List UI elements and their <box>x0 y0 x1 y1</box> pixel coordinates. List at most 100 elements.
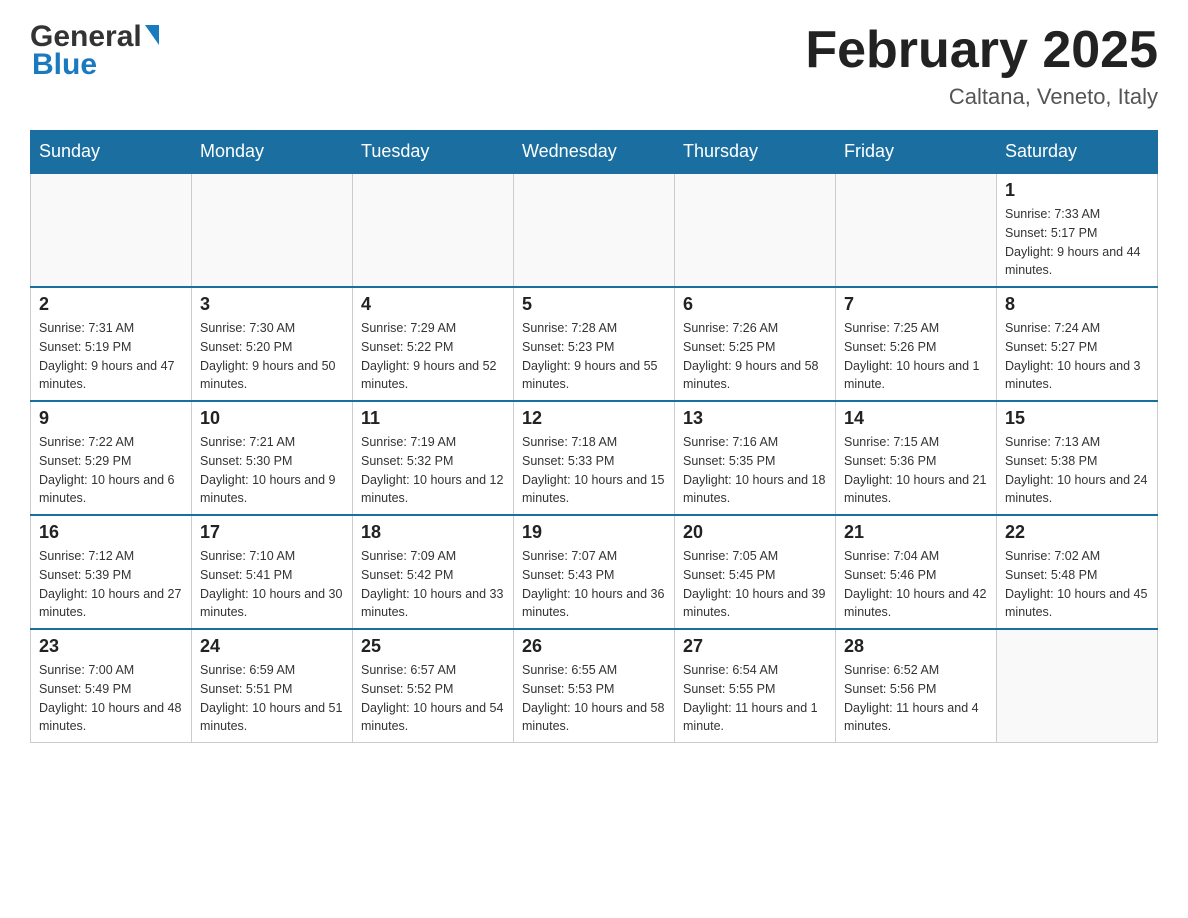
header-thursday: Thursday <box>675 131 836 174</box>
week-row-1: 2 Sunrise: 7:31 AMSunset: 5:19 PMDaylight… <box>31 287 1158 401</box>
calendar-cell: 18 Sunrise: 7:09 AMSunset: 5:42 PMDayligh… <box>353 515 514 629</box>
calendar-cell: 6 Sunrise: 7:26 AMSunset: 5:25 PMDaylight… <box>675 287 836 401</box>
day-info: Sunrise: 7:16 AMSunset: 5:35 PMDaylight:… <box>683 433 827 508</box>
day-number: 2 <box>39 294 183 315</box>
calendar-cell: 28 Sunrise: 6:52 AMSunset: 5:56 PMDayligh… <box>836 629 997 743</box>
calendar-cell: 14 Sunrise: 7:15 AMSunset: 5:36 PMDayligh… <box>836 401 997 515</box>
title-section: February 2025 Caltana, Veneto, Italy <box>805 20 1158 110</box>
day-number: 7 <box>844 294 988 315</box>
calendar-cell <box>997 629 1158 743</box>
day-number: 19 <box>522 522 666 543</box>
day-number: 5 <box>522 294 666 315</box>
calendar-cell: 5 Sunrise: 7:28 AMSunset: 5:23 PMDaylight… <box>514 287 675 401</box>
header-friday: Friday <box>836 131 997 174</box>
calendar-cell <box>836 173 997 287</box>
calendar-cell <box>675 173 836 287</box>
calendar-cell <box>31 173 192 287</box>
day-info: Sunrise: 7:33 AMSunset: 5:17 PMDaylight:… <box>1005 205 1149 280</box>
days-header-row: Sunday Monday Tuesday Wednesday Thursday… <box>31 131 1158 174</box>
calendar-cell: 16Sunrise: 7:12 AMSunset: 5:39 PMDayligh… <box>31 515 192 629</box>
day-info: Sunrise: 7:15 AMSunset: 5:36 PMDaylight:… <box>844 433 988 508</box>
day-number: 28 <box>844 636 988 657</box>
header-tuesday: Tuesday <box>353 131 514 174</box>
day-number: 27 <box>683 636 827 657</box>
day-info: Sunrise: 7:18 AMSunset: 5:33 PMDaylight:… <box>522 433 666 508</box>
day-number: 13 <box>683 408 827 429</box>
day-info: Sunrise: 7:30 AMSunset: 5:20 PMDaylight:… <box>200 319 344 394</box>
day-info: Sunrise: 6:55 AMSunset: 5:53 PMDaylight:… <box>522 661 666 736</box>
day-info: Sunrise: 7:09 AMSunset: 5:42 PMDaylight:… <box>361 547 505 622</box>
calendar-cell <box>353 173 514 287</box>
header-saturday: Saturday <box>997 131 1158 174</box>
day-info: Sunrise: 7:07 AMSunset: 5:43 PMDaylight:… <box>522 547 666 622</box>
calendar-cell: 11 Sunrise: 7:19 AMSunset: 5:32 PMDayligh… <box>353 401 514 515</box>
calendar-cell: 17 Sunrise: 7:10 AMSunset: 5:41 PMDayligh… <box>192 515 353 629</box>
calendar-cell: 27 Sunrise: 6:54 AMSunset: 5:55 PMDayligh… <box>675 629 836 743</box>
logo: General Blue <box>30 20 159 82</box>
header-monday: Monday <box>192 131 353 174</box>
calendar-cell: 20 Sunrise: 7:05 AMSunset: 5:45 PMDayligh… <box>675 515 836 629</box>
day-number: 11 <box>361 408 505 429</box>
logo-triangle-icon <box>145 25 159 45</box>
day-info: Sunrise: 7:26 AMSunset: 5:25 PMDaylight:… <box>683 319 827 394</box>
day-number: 14 <box>844 408 988 429</box>
week-row-2: 9 Sunrise: 7:22 AMSunset: 5:29 PMDaylight… <box>31 401 1158 515</box>
day-info: Sunrise: 7:29 AMSunset: 5:22 PMDaylight:… <box>361 319 505 394</box>
day-info: Sunrise: 7:04 AMSunset: 5:46 PMDaylight:… <box>844 547 988 622</box>
calendar-cell: 19 Sunrise: 7:07 AMSunset: 5:43 PMDayligh… <box>514 515 675 629</box>
day-info: Sunrise: 7:02 AMSunset: 5:48 PMDaylight:… <box>1005 547 1149 622</box>
day-info: Sunrise: 7:00 AMSunset: 5:49 PMDaylight:… <box>39 661 183 736</box>
day-number: 24 <box>200 636 344 657</box>
day-number: 21 <box>844 522 988 543</box>
day-info: Sunrise: 7:31 AMSunset: 5:19 PMDaylight:… <box>39 319 183 394</box>
calendar-table: Sunday Monday Tuesday Wednesday Thursday… <box>30 130 1158 743</box>
day-info: Sunrise: 7:28 AMSunset: 5:23 PMDaylight:… <box>522 319 666 394</box>
day-info: Sunrise: 7:10 AMSunset: 5:41 PMDaylight:… <box>200 547 344 622</box>
calendar-cell <box>514 173 675 287</box>
day-number: 10 <box>200 408 344 429</box>
day-info: Sunrise: 6:52 AMSunset: 5:56 PMDaylight:… <box>844 661 988 736</box>
day-number: 18 <box>361 522 505 543</box>
week-row-0: 1 Sunrise: 7:33 AMSunset: 5:17 PMDaylight… <box>31 173 1158 287</box>
day-number: 9 <box>39 408 183 429</box>
calendar-cell <box>192 173 353 287</box>
calendar-cell: 4 Sunrise: 7:29 AMSunset: 5:22 PMDaylight… <box>353 287 514 401</box>
day-number: 17 <box>200 522 344 543</box>
calendar-cell: 23Sunrise: 7:00 AMSunset: 5:49 PMDayligh… <box>31 629 192 743</box>
day-number: 22 <box>1005 522 1149 543</box>
day-number: 3 <box>200 294 344 315</box>
day-info: Sunrise: 6:54 AMSunset: 5:55 PMDaylight:… <box>683 661 827 736</box>
calendar-cell: 3 Sunrise: 7:30 AMSunset: 5:20 PMDaylight… <box>192 287 353 401</box>
header-sunday: Sunday <box>31 131 192 174</box>
day-number: 8 <box>1005 294 1149 315</box>
day-number: 1 <box>1005 180 1149 201</box>
calendar-cell: 26Sunrise: 6:55 AMSunset: 5:53 PMDayligh… <box>514 629 675 743</box>
day-info: Sunrise: 7:05 AMSunset: 5:45 PMDaylight:… <box>683 547 827 622</box>
day-number: 4 <box>361 294 505 315</box>
day-info: Sunrise: 6:59 AMSunset: 5:51 PMDaylight:… <box>200 661 344 736</box>
day-number: 25 <box>361 636 505 657</box>
logo-blue-text: Blue <box>32 48 97 82</box>
calendar-cell: 7 Sunrise: 7:25 AMSunset: 5:26 PMDaylight… <box>836 287 997 401</box>
month-title: February 2025 <box>805 20 1158 80</box>
calendar-cell: 9 Sunrise: 7:22 AMSunset: 5:29 PMDaylight… <box>31 401 192 515</box>
week-row-4: 23Sunrise: 7:00 AMSunset: 5:49 PMDayligh… <box>31 629 1158 743</box>
day-info: Sunrise: 7:13 AMSunset: 5:38 PMDaylight:… <box>1005 433 1149 508</box>
day-number: 20 <box>683 522 827 543</box>
week-row-3: 16Sunrise: 7:12 AMSunset: 5:39 PMDayligh… <box>31 515 1158 629</box>
day-number: 15 <box>1005 408 1149 429</box>
location: Caltana, Veneto, Italy <box>805 84 1158 110</box>
day-info: Sunrise: 7:22 AMSunset: 5:29 PMDaylight:… <box>39 433 183 508</box>
calendar-cell: 2 Sunrise: 7:31 AMSunset: 5:19 PMDaylight… <box>31 287 192 401</box>
day-info: Sunrise: 7:19 AMSunset: 5:32 PMDaylight:… <box>361 433 505 508</box>
calendar-cell: 8 Sunrise: 7:24 AMSunset: 5:27 PMDaylight… <box>997 287 1158 401</box>
calendar-cell: 1 Sunrise: 7:33 AMSunset: 5:17 PMDaylight… <box>997 173 1158 287</box>
day-info: Sunrise: 7:24 AMSunset: 5:27 PMDaylight:… <box>1005 319 1149 394</box>
header-wednesday: Wednesday <box>514 131 675 174</box>
day-info: Sunrise: 7:25 AMSunset: 5:26 PMDaylight:… <box>844 319 988 394</box>
day-number: 6 <box>683 294 827 315</box>
calendar-cell: 25 Sunrise: 6:57 AMSunset: 5:52 PMDayligh… <box>353 629 514 743</box>
calendar-cell: 10Sunrise: 7:21 AMSunset: 5:30 PMDayligh… <box>192 401 353 515</box>
day-info: Sunrise: 6:57 AMSunset: 5:52 PMDaylight:… <box>361 661 505 736</box>
page-header: General Blue February 2025 Caltana, Vene… <box>30 20 1158 110</box>
